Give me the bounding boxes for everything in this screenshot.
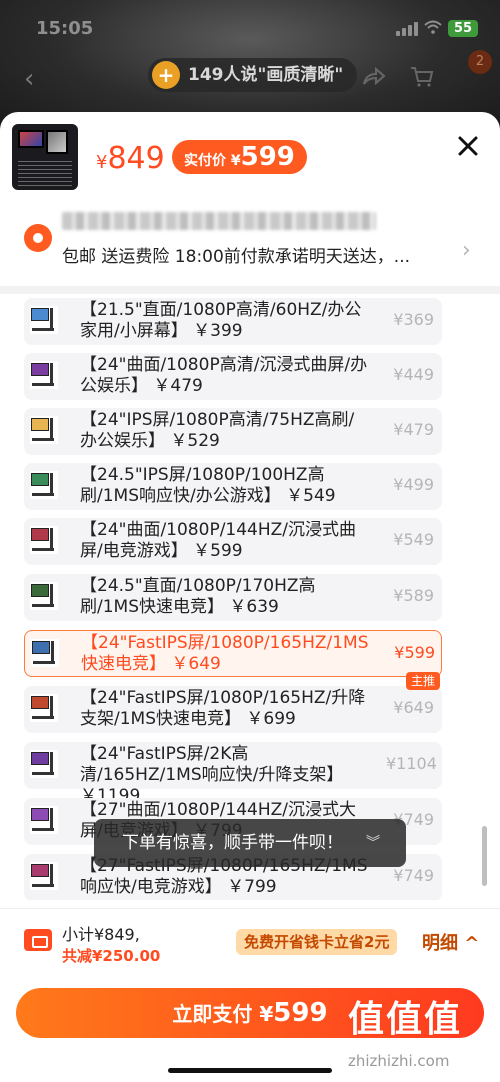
watermark-logo: 值值值 bbox=[348, 999, 463, 1040]
home-indicator bbox=[168, 1068, 332, 1073]
recommend-badge: 主推 bbox=[406, 672, 441, 690]
cellular-signal-icon bbox=[396, 22, 418, 36]
scrollbar[interactable] bbox=[482, 826, 487, 886]
sku-option-price: ¥749 bbox=[393, 866, 434, 885]
sku-option-label: 【24"FastIPS屏/1080P/165HZ/1MS快速电竞】 ￥649 bbox=[81, 633, 369, 674]
sku-option-label: 【24.5"直面/1080P/170HZ高刷/1MS快速电竞】 ￥639 bbox=[80, 576, 316, 617]
site-watermark: 值值值 zhizhizhi.com bbox=[348, 982, 488, 1072]
sku-option[interactable]: 【24.5"IPS屏/1080P/100HZ高刷/1MS响应快/办公游戏】 ￥5… bbox=[24, 463, 442, 510]
sku-option-price: ¥479 bbox=[393, 420, 434, 439]
shipping-info: 包邮 送运费险 18:00前付款承诺明天送达，... bbox=[62, 247, 411, 267]
sku-option-price: ¥1104 bbox=[386, 754, 437, 773]
sku-option-label: 【24"IPS屏/1080P高清/75HZ高刷/办公娱乐】 ￥529 bbox=[80, 410, 355, 451]
sku-option-label: 【24"曲面/1080P/144HZ/沉浸式曲屏/电竞游戏】 ￥599 bbox=[80, 520, 357, 561]
sku-option-list[interactable]: 【21.5"直面/1080P高清/60HZ/办公家用/小屏幕】 ￥399 ¥36… bbox=[0, 296, 500, 900]
product-header: ¥849 实付价 ¥599 bbox=[0, 112, 500, 202]
subtotal-text: 小计¥849, bbox=[62, 925, 140, 944]
address-blurred bbox=[62, 212, 376, 230]
plus-icon: + bbox=[152, 61, 180, 89]
chevron-right-icon: › bbox=[462, 238, 471, 263]
details-link[interactable]: 明细 ^ bbox=[422, 929, 479, 955]
order-summary-bar: 小计¥849, 共减¥250.00 免费开省钱卡立省2元 明细 ^ bbox=[0, 908, 500, 972]
monitor-icon bbox=[30, 750, 58, 778]
product-thumbnail bbox=[12, 124, 78, 190]
monitor-icon bbox=[30, 416, 58, 444]
sku-option-price: ¥449 bbox=[393, 365, 434, 384]
sku-option[interactable]: 【24"IPS屏/1080P高清/75HZ高刷/办公娱乐】 ￥529 ¥479 bbox=[24, 408, 442, 455]
sku-option-price: ¥499 bbox=[393, 475, 434, 494]
toast-message[interactable]: 下单有惊喜，顺手带一件呗！ ︾ bbox=[94, 819, 406, 867]
sku-option-label: 【24"曲面/1080P高清/沉浸式曲屏/办公娱乐】 ￥479 bbox=[80, 355, 368, 396]
cart-icon[interactable] bbox=[410, 66, 434, 88]
sku-option-selected[interactable]: 【24"FastIPS屏/1080P/165HZ/1MS快速电竞】 ￥649 ¥… bbox=[24, 630, 442, 677]
monitor-icon bbox=[30, 582, 58, 610]
double-chevron-down-icon: ︾ bbox=[366, 835, 380, 851]
sku-option-price: ¥589 bbox=[393, 586, 434, 605]
coupon-icon bbox=[24, 929, 52, 951]
sku-option-label: 【21.5"直面/1080P高清/60HZ/办公家用/小屏幕】 ￥399 bbox=[80, 300, 362, 341]
background-page: 15:05 55 ‹ + 149人说"画质清晰" 2 bbox=[0, 0, 500, 130]
cart-count-badge: 2 bbox=[468, 50, 492, 74]
sku-option-price: ¥369 bbox=[393, 310, 434, 329]
monitor-icon bbox=[30, 806, 58, 834]
back-icon[interactable]: ‹ bbox=[24, 64, 34, 94]
sku-option-label: 【24"FastIPS屏/1080P/165HZ/升降支架/1MS快速电竞】 ￥… bbox=[80, 688, 366, 729]
divider bbox=[0, 286, 500, 294]
sku-option-price: ¥649 bbox=[393, 698, 434, 717]
sku-option[interactable]: 【24"曲面/1080P高清/沉浸式曲屏/办公娱乐】 ￥479 ¥449 bbox=[24, 353, 442, 400]
battery-icon: 55 bbox=[448, 20, 478, 37]
monitor-icon bbox=[30, 862, 58, 890]
sku-option-label: 【24.5"IPS屏/1080P/100HZ高刷/1MS响应快/办公游戏】 ￥5… bbox=[80, 465, 336, 506]
watermark-url: zhizhizhi.com bbox=[348, 1052, 450, 1070]
status-time: 15:05 bbox=[36, 18, 94, 39]
sku-option-price: ¥549 bbox=[393, 530, 434, 549]
monitor-icon bbox=[30, 526, 58, 554]
monitor-icon bbox=[30, 361, 58, 389]
sku-selector-sheet: ¥849 实付价 ¥599 包邮 送运费险 18:00前付款承诺明天送达，...… bbox=[0, 112, 500, 1082]
actual-price-pill: 实付价 ¥599 bbox=[172, 140, 307, 174]
monitor-icon bbox=[30, 306, 58, 334]
wifi-icon bbox=[424, 20, 442, 34]
original-price: ¥849 bbox=[96, 141, 165, 176]
location-icon bbox=[24, 224, 52, 252]
discount-text: 共减¥250.00 bbox=[62, 947, 161, 965]
monitor-icon bbox=[30, 694, 58, 722]
sku-option[interactable]: 【24"曲面/1080P/144HZ/沉浸式曲屏/电竞游戏】 ￥599 ¥549 bbox=[24, 518, 442, 565]
rating-pill[interactable]: + 149人说"画质清晰" bbox=[148, 58, 358, 92]
sku-option[interactable]: 主推 【24"FastIPS屏/1080P/165HZ/升降支架/1MS快速电竞… bbox=[24, 672, 442, 733]
close-icon[interactable] bbox=[454, 132, 482, 160]
rating-text: 149人说"画质清晰" bbox=[188, 65, 344, 85]
share-icon[interactable] bbox=[362, 66, 386, 86]
status-bar: 15:05 55 bbox=[0, 14, 500, 44]
monitor-icon bbox=[31, 639, 59, 667]
savings-card-promo[interactable]: 免费开省钱卡立省2元 bbox=[236, 929, 398, 955]
sku-option[interactable]: 【24.5"直面/1080P/170HZ高刷/1MS快速电竞】 ￥639 ¥58… bbox=[24, 574, 442, 621]
toast-text: 下单有惊喜，顺手带一件呗！ bbox=[122, 833, 343, 853]
address-row[interactable]: 包邮 送运费险 18:00前付款承诺明天送达，... › bbox=[0, 202, 500, 282]
monitor-icon bbox=[30, 471, 58, 499]
sku-option[interactable]: 【24"FastIPS屏/2K高清/165HZ/1MS响应快/升降支架】 ￥11… bbox=[24, 742, 442, 806]
sku-option-price: ¥599 bbox=[394, 643, 435, 662]
sku-option[interactable]: 【21.5"直面/1080P高清/60HZ/办公家用/小屏幕】 ￥399 ¥36… bbox=[24, 298, 442, 345]
